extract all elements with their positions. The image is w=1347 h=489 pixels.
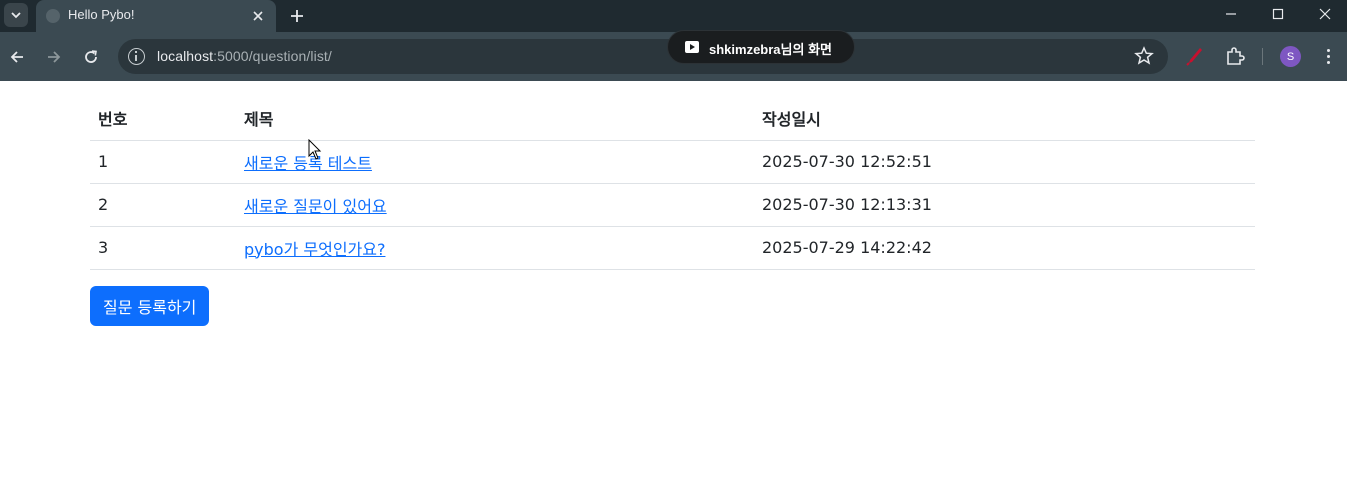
site-info-icon[interactable] bbox=[128, 48, 145, 65]
browser-tab[interactable]: Hello Pybo! bbox=[36, 0, 276, 32]
row-num: 2 bbox=[90, 183, 236, 227]
page-content: 번호 제목 작성일시 1 새로운 등록 테스트 2025-07-30 12:52… bbox=[0, 81, 1347, 489]
screen-share-indicator[interactable]: shkimzebra님의 화면 bbox=[667, 30, 855, 64]
back-button[interactable] bbox=[4, 44, 30, 70]
new-tab-button[interactable] bbox=[285, 4, 309, 28]
url-text: localhost:5000/question/list/ bbox=[157, 48, 332, 64]
plus-icon bbox=[291, 10, 303, 22]
more-menu-icon[interactable] bbox=[1318, 45, 1338, 67]
arrow-right-icon bbox=[48, 51, 61, 63]
maximize-icon bbox=[1272, 8, 1284, 20]
row-subject-cell: 새로운 질문이 있어요 bbox=[236, 183, 754, 227]
window-close-button[interactable] bbox=[1302, 0, 1347, 28]
arrow-left-icon bbox=[10, 51, 23, 63]
url-path: :5000/question/list/ bbox=[213, 48, 332, 64]
row-num: 1 bbox=[90, 140, 236, 184]
url-host: localhost bbox=[157, 48, 214, 64]
reload-icon bbox=[85, 50, 97, 63]
bookmark-star-icon[interactable] bbox=[1134, 46, 1154, 66]
screen-share-icon bbox=[685, 41, 699, 53]
tab-search-button[interactable] bbox=[4, 3, 28, 27]
globe-icon bbox=[46, 9, 60, 23]
screen-share-label: shkimzebra님의 화면 bbox=[709, 42, 832, 57]
table-header-row: 번호 제목 작성일시 bbox=[90, 97, 1255, 141]
tab-close-button[interactable] bbox=[248, 6, 268, 26]
minimize-icon bbox=[1226, 13, 1236, 15]
mouse-cursor-icon bbox=[308, 139, 322, 160]
row-num: 3 bbox=[90, 226, 236, 270]
pen-extension-icon[interactable] bbox=[1186, 46, 1204, 66]
close-icon bbox=[1319, 8, 1331, 20]
minimize-button[interactable] bbox=[1208, 0, 1254, 28]
address-bar[interactable]: localhost:5000/question/list/ bbox=[118, 39, 1168, 74]
question-link[interactable]: pybo가 무엇인가요? bbox=[244, 240, 385, 259]
header-subject: 제목 bbox=[236, 97, 754, 141]
row-date: 2025-07-30 12:13:31 bbox=[754, 183, 1255, 227]
question-link[interactable]: 새로운 질문이 있어요 bbox=[244, 197, 387, 216]
row-subject-cell: pybo가 무엇인가요? bbox=[236, 226, 754, 270]
toolbar-divider bbox=[1262, 48, 1263, 65]
row-date: 2025-07-29 14:22:42 bbox=[754, 226, 1255, 270]
profile-avatar[interactable]: S bbox=[1280, 46, 1301, 67]
tab-strip: Hello Pybo! bbox=[0, 0, 1347, 32]
question-table: 번호 제목 작성일시 1 새로운 등록 테스트 2025-07-30 12:52… bbox=[90, 97, 1255, 270]
table-row: 1 새로운 등록 테스트 2025-07-30 12:52:51 bbox=[90, 140, 1255, 184]
forward-button[interactable] bbox=[41, 44, 67, 70]
create-question-button[interactable]: 질문 등록하기 bbox=[90, 286, 210, 326]
header-date: 작성일시 bbox=[754, 97, 1255, 141]
reload-button[interactable] bbox=[78, 44, 104, 70]
maximize-button[interactable] bbox=[1255, 0, 1301, 28]
table-row: 2 새로운 질문이 있어요 2025-07-30 12:13:31 bbox=[90, 183, 1255, 227]
chevron-down-icon bbox=[11, 12, 21, 19]
table-row: 3 pybo가 무엇인가요? 2025-07-29 14:22:42 bbox=[90, 226, 1255, 270]
row-date: 2025-07-30 12:52:51 bbox=[754, 140, 1255, 184]
extensions-puzzle-icon[interactable] bbox=[1224, 45, 1246, 67]
header-num: 번호 bbox=[90, 97, 236, 141]
close-icon bbox=[253, 11, 263, 21]
tab-title: Hello Pybo! bbox=[68, 7, 135, 22]
